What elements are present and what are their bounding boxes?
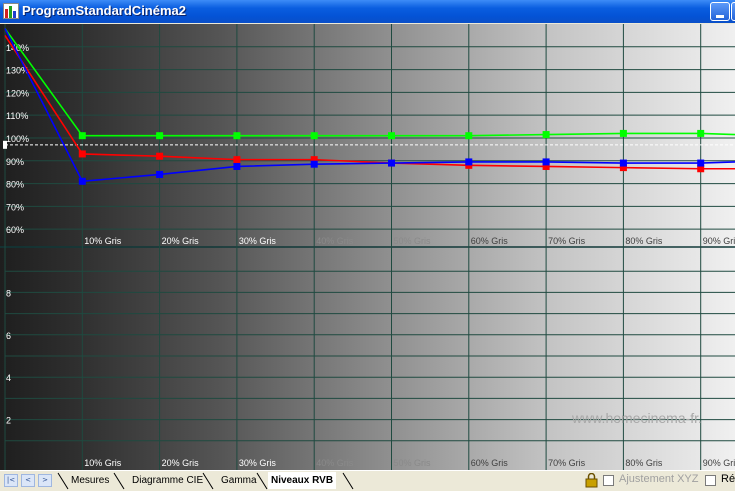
maximize-button[interactable]	[731, 2, 735, 21]
x-tick-label: 50% Gris	[394, 458, 432, 468]
y-tick-label: 100%	[6, 134, 29, 144]
series-point	[310, 160, 318, 168]
y-tick-label: 110%	[6, 111, 28, 121]
series-point	[388, 132, 395, 140]
series-point	[233, 132, 241, 140]
ajustement-xyz-checkbox[interactable]	[603, 475, 614, 486]
series-point	[465, 158, 473, 166]
series-point	[78, 132, 86, 140]
series-point	[542, 131, 550, 139]
second-option-label: Ré	[721, 473, 735, 485]
y-tick-label-bottom: 6	[6, 331, 11, 341]
y-tick-label-bottom: 8	[6, 288, 11, 298]
x-tick-label: 90% Gris	[703, 236, 735, 246]
series-point	[310, 132, 318, 140]
ajustement-xyz-label: Ajustement XYZ	[619, 473, 699, 485]
series-point	[697, 159, 705, 167]
series-point	[619, 129, 627, 137]
series-point	[233, 156, 241, 164]
tab-niveaux-rvb[interactable]: Niveaux RVB	[268, 472, 337, 489]
series-point	[78, 177, 86, 185]
second-option-checkbox[interactable]	[705, 475, 716, 486]
tab-gamma[interactable]: Gamma	[221, 472, 257, 489]
x-tick-label: 20% Gris	[162, 458, 200, 468]
tab-diagramme-cie[interactable]: Diagramme CIE	[132, 472, 203, 489]
series-point	[156, 132, 164, 140]
series-point	[388, 159, 395, 167]
y-tick-label: 140%	[6, 43, 29, 53]
series-point	[233, 162, 241, 170]
watermark: www.homecinema-fr.	[572, 410, 702, 426]
y-tick-label: 120%	[6, 88, 29, 98]
y-tick-label-bottom: 2	[6, 416, 11, 426]
rgb-levels-chart: 140%130%120%110%100%90%80%70%60%8642 10%…	[0, 24, 735, 470]
x-tick-label: 90% Gris	[703, 458, 735, 468]
x-tick-label: 30% Gris	[239, 236, 277, 246]
title-bar: ProgramStandardCinéma2	[0, 0, 735, 23]
x-tick-label: 40% Gris	[316, 458, 354, 468]
x-tick-label: 10% Gris	[84, 236, 122, 246]
minimize-icon	[716, 15, 724, 18]
x-tick-label: 20% Gris	[162, 236, 200, 246]
tab-bar: |< < > Mesures Diagramme CIE Gamma Nivea…	[0, 470, 735, 490]
x-tick-label: 70% Gris	[548, 458, 586, 468]
x-tick-label: 60% Gris	[471, 458, 509, 468]
x-tick-label: 70% Gris	[548, 236, 586, 246]
minimize-button[interactable]	[710, 2, 730, 21]
x-tick-label: 60% Gris	[471, 236, 509, 246]
y-tick-label: 70%	[6, 202, 24, 212]
lock-icon	[585, 473, 598, 488]
series-point	[697, 129, 705, 137]
x-tick-label: 80% Gris	[625, 236, 663, 246]
series-point	[619, 159, 627, 167]
series-point	[156, 152, 164, 160]
series-point	[78, 150, 86, 158]
x-tick-label: 80% Gris	[625, 458, 663, 468]
x-tick-label: 40% Gris	[316, 236, 354, 246]
series-point	[465, 132, 473, 140]
x-tick-label: 10% Gris	[84, 458, 122, 468]
y-tick-label: 90%	[6, 157, 24, 167]
series-point	[542, 158, 550, 166]
window-title: ProgramStandardCinéma2	[22, 3, 186, 18]
x-tick-label: 50% Gris	[394, 236, 432, 246]
y-tick-label: 80%	[6, 180, 24, 190]
tab-mesures[interactable]: Mesures	[71, 472, 109, 489]
y-tick-label: 60%	[6, 225, 24, 235]
y-tick-label-bottom: 4	[6, 373, 11, 383]
series-point	[156, 170, 164, 178]
app-chart-icon	[3, 3, 19, 19]
x-tick-label: 30% Gris	[239, 458, 277, 468]
